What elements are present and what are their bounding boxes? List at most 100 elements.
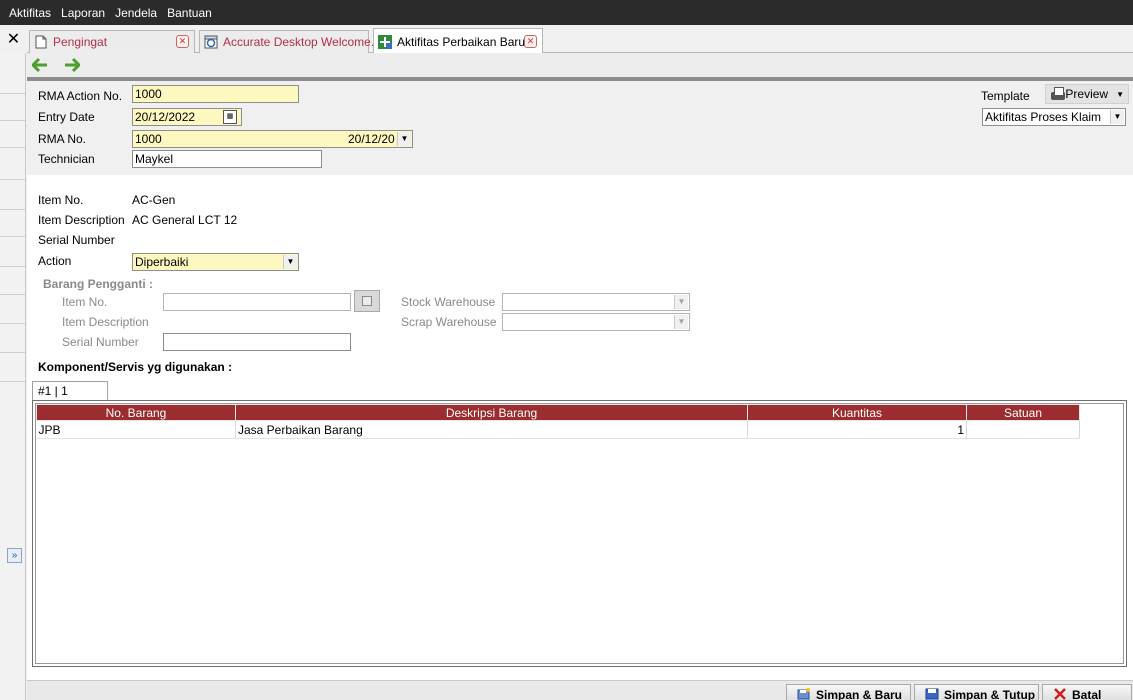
tab-pengingat[interactable]: Pengingat ✕ bbox=[29, 30, 195, 53]
chevron-down-icon[interactable]: ▼ bbox=[397, 132, 411, 146]
lookup-button[interactable] bbox=[354, 290, 380, 312]
cancel-button[interactable]: Batal bbox=[1042, 684, 1132, 700]
technician-label: Technician bbox=[38, 152, 95, 166]
cancel-label: Batal bbox=[1072, 688, 1102, 700]
chevron-down-icon[interactable]: ▼ bbox=[674, 295, 688, 309]
menu-bantuan[interactable]: Bantuan bbox=[167, 6, 212, 20]
tab-label: Accurate Desktop Welcome... bbox=[223, 35, 381, 49]
column-header-no-barang[interactable]: No. Barang bbox=[36, 404, 236, 421]
cancel-icon bbox=[1054, 688, 1066, 700]
item-no-label: Item No. bbox=[38, 193, 84, 207]
rma-no-dropdown[interactable]: 1000 20/12/20 ▼ bbox=[132, 130, 413, 148]
replacement-item-no-field[interactable] bbox=[163, 293, 351, 311]
grid-body: No. Barang Deskripsi Barang Kuantitas Sa… bbox=[35, 403, 1124, 664]
chevron-down-icon[interactable]: ▼ bbox=[283, 255, 297, 269]
menu-aktifitas[interactable]: Aktifitas bbox=[9, 6, 51, 20]
sidebar-divider bbox=[0, 381, 25, 382]
cell-satuan[interactable] bbox=[966, 420, 1080, 439]
technician-field[interactable]: Maykel bbox=[132, 150, 322, 168]
menu-bar: Aktifitas Laporan Jendela Bantuan bbox=[0, 0, 1133, 25]
tab-accurate-welcome[interactable]: Accurate Desktop Welcome... bbox=[199, 30, 381, 53]
lookup-icon bbox=[362, 296, 372, 306]
stock-warehouse-dropdown[interactable]: ▼ bbox=[502, 293, 690, 311]
chevron-down-icon[interactable]: ▼ bbox=[1110, 110, 1124, 124]
sidebar-divider bbox=[0, 323, 25, 324]
calendar-icon[interactable]: ▦ bbox=[223, 110, 237, 124]
preview-label: Preview bbox=[1065, 87, 1109, 101]
entry-date-value: 20/12/2022 bbox=[135, 110, 196, 124]
save-icon bbox=[925, 688, 939, 700]
expand-chevron-icon[interactable]: » bbox=[7, 548, 22, 563]
sidebar-divider bbox=[0, 352, 25, 353]
template-dropdown[interactable]: Aktifitas Proses Klaim ▼ bbox=[982, 108, 1126, 126]
save-close-button[interactable]: Simpan & Tutup bbox=[914, 684, 1039, 700]
save-close-label: Simpan & Tutup bbox=[944, 688, 1036, 700]
add-record-icon bbox=[378, 34, 392, 49]
action-value: Diperbaiki bbox=[135, 255, 189, 269]
scrap-warehouse-label: Scrap Warehouse bbox=[401, 315, 497, 329]
table-row[interactable]: JPB Jasa Perbaikan Barang 1 bbox=[36, 420, 1080, 439]
menu-jendela[interactable]: Jendela bbox=[115, 6, 157, 20]
entry-date-label: Entry Date bbox=[38, 110, 95, 124]
left-sidebar bbox=[0, 53, 26, 700]
table-header-row: No. Barang Deskripsi Barang Kuantitas Sa… bbox=[36, 404, 1080, 421]
tab-items-count[interactable]: #1 | 1 Barang bbox=[32, 381, 108, 416]
item-description-value: AC General LCT 12 bbox=[132, 213, 238, 227]
sidebar-divider bbox=[0, 179, 25, 180]
item-no-value: AC-Gen bbox=[132, 193, 176, 207]
sidebar-divider bbox=[0, 209, 25, 210]
document-icon bbox=[34, 35, 48, 50]
preview-button[interactable]: Preview ▼ bbox=[1045, 84, 1129, 104]
next-arrow-icon[interactable] bbox=[63, 56, 81, 74]
action-dropdown[interactable]: Diperbaiki ▼ bbox=[132, 253, 299, 271]
printer-icon bbox=[1050, 87, 1066, 101]
close-window-icon[interactable]: ✕ bbox=[0, 25, 27, 53]
sidebar-divider bbox=[0, 147, 25, 148]
template-label: Template bbox=[981, 89, 1030, 103]
cell-no-barang[interactable]: JPB bbox=[36, 420, 236, 439]
replacement-item-description-label: Item Description bbox=[62, 315, 149, 329]
barang-pengganti-heading: Barang Pengganti : bbox=[43, 277, 154, 291]
sidebar-divider bbox=[0, 93, 25, 94]
chevron-down-icon[interactable]: ▼ bbox=[1116, 90, 1124, 99]
template-value: Aktifitas Proses Klaim bbox=[985, 110, 1102, 124]
replacement-serial-number-label: Serial Number bbox=[62, 335, 139, 349]
tab-label: Pengingat bbox=[53, 35, 108, 49]
cell-deskripsi-barang[interactable]: Jasa Perbaikan Barang bbox=[235, 420, 748, 439]
rma-no-value: 1000 bbox=[135, 132, 162, 146]
components-grid: No. Barang Deskripsi Barang Kuantitas Sa… bbox=[32, 400, 1127, 667]
item-description-label: Item Description bbox=[38, 213, 125, 227]
rma-action-no-label: RMA Action No. bbox=[38, 89, 123, 103]
rma-action-no-field[interactable]: 1000 bbox=[132, 85, 299, 103]
sidebar-divider bbox=[0, 266, 25, 267]
entry-date-field[interactable]: 20/12/2022 ▦ bbox=[132, 108, 242, 126]
save-new-label: Simpan & Baru bbox=[816, 688, 903, 700]
rma-no-label: RMA No. bbox=[38, 132, 87, 146]
column-header-satuan[interactable]: Satuan bbox=[966, 404, 1080, 421]
sidebar-divider bbox=[0, 120, 25, 121]
components-heading: Komponent/Servis yg digunakan : bbox=[38, 360, 233, 374]
save-new-icon bbox=[797, 688, 810, 700]
action-label: Action bbox=[38, 254, 72, 268]
previous-arrow-icon[interactable] bbox=[31, 56, 49, 74]
scrap-warehouse-dropdown[interactable]: ▼ bbox=[502, 313, 690, 331]
tab-label: Aktifitas Perbaikan Baru bbox=[397, 34, 526, 49]
rma-no-date: 20/12/20 bbox=[348, 132, 395, 146]
sidebar-divider bbox=[0, 294, 25, 295]
stock-warehouse-label: Stock Warehouse bbox=[401, 295, 496, 309]
column-header-deskripsi-barang[interactable]: Deskripsi Barang bbox=[235, 404, 748, 421]
close-tab-icon[interactable]: ✕ bbox=[524, 35, 537, 48]
replacement-serial-number-field[interactable] bbox=[163, 333, 351, 351]
tab-aktifitas-perbaikan[interactable]: Aktifitas Perbaikan Baru ✕ bbox=[373, 28, 543, 54]
menu-laporan[interactable]: Laporan bbox=[61, 6, 105, 20]
serial-number-label: Serial Number bbox=[38, 233, 115, 247]
save-new-button[interactable]: Simpan & Baru bbox=[786, 684, 911, 700]
browser-icon bbox=[204, 35, 218, 50]
record-navigation-bar bbox=[27, 53, 1133, 77]
sidebar-divider bbox=[0, 236, 25, 237]
components-table: No. Barang Deskripsi Barang Kuantitas Sa… bbox=[36, 404, 1080, 439]
chevron-down-icon[interactable]: ▼ bbox=[674, 315, 688, 329]
close-tab-icon[interactable]: ✕ bbox=[176, 35, 189, 48]
column-header-kuantitas[interactable]: Kuantitas bbox=[747, 404, 967, 421]
cell-kuantitas[interactable]: 1 bbox=[747, 420, 967, 439]
